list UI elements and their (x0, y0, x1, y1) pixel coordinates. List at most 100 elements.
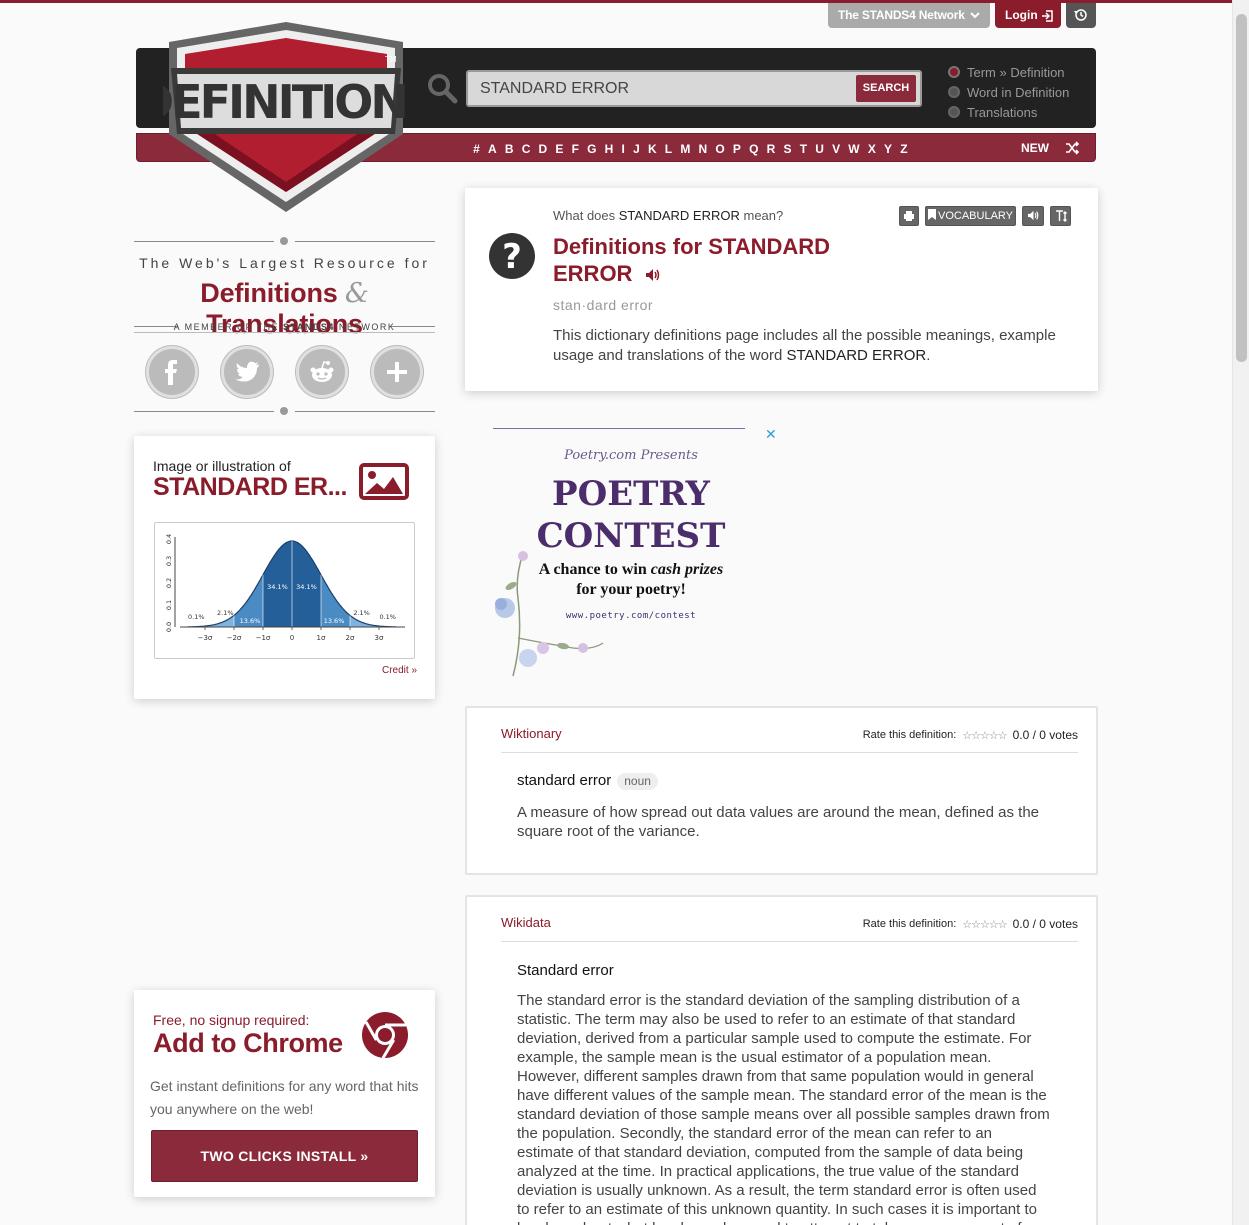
alphabet-letter-link[interactable]: X (868, 142, 876, 156)
alphabet-letter-link[interactable]: Q (749, 142, 758, 156)
chevron-down-icon (970, 12, 980, 19)
install-button[interactable]: TWO CLICKS INSTALL » (151, 1130, 418, 1182)
ad-headline: POETRY CONTEST (483, 473, 779, 557)
chrome-description: Get instant definitions for any word tha… (150, 1078, 419, 1117)
term-text: standard error (517, 772, 612, 789)
x-tick-label: −3σ (198, 634, 213, 642)
member-suffix: NETWORK (334, 322, 396, 332)
tagline-ampersand: & (344, 278, 369, 309)
question-prefix: What does (553, 208, 619, 223)
reddit-icon (310, 361, 334, 382)
search-mode-term[interactable]: Term » Definition (948, 62, 1069, 82)
search-mode-translations[interactable]: Translations (948, 102, 1069, 122)
alphabet-letter-link[interactable]: L (665, 142, 672, 156)
shuffle-icon[interactable] (1065, 141, 1079, 155)
ad-close-icon[interactable]: ✕ (765, 426, 777, 443)
login-button[interactable]: Login (995, 3, 1061, 28)
alphabet-letter-link[interactable]: F (572, 142, 579, 156)
twitter-icon (235, 361, 259, 382)
alphabet-letter-link[interactable]: N (699, 142, 708, 156)
alphabet-letter-link[interactable]: # (473, 142, 480, 156)
search-button[interactable]: SEARCH (856, 75, 916, 102)
rating-widget: Rate this definition: ☆☆☆☆☆ 0.0 / 0 vote… (863, 917, 1078, 931)
source-link[interactable]: Wikidata (501, 915, 551, 930)
y-tick-label: 0.4 (165, 534, 173, 544)
alphabet-letter-link[interactable]: O (715, 142, 724, 156)
alphabet-letter-link[interactable]: W (848, 142, 859, 156)
flower-illustration (495, 551, 604, 677)
more-share-button[interactable] (371, 346, 423, 398)
definition-section-wiktionary: Wiktionary Rate this definition: ☆☆☆☆☆ 0… (465, 706, 1098, 875)
illustration-image[interactable]: 0.0 0.1 0.2 0.3 0.4 −3σ −2σ −1σ 0 1σ 2σ 3σ 0.1% 2.1% 1… (154, 522, 415, 659)
page-description: This dictionary definitions page include… (553, 326, 1073, 366)
alphabet-letter-link[interactable]: G (587, 142, 596, 156)
search-mode-label: Word in Definition (967, 84, 1070, 100)
chrome-icon (362, 1012, 408, 1059)
poetry-contest-ad[interactable]: ✕ Poetry.com Presents POETRY CONTEST A ch… (483, 423, 779, 678)
new-link[interactable]: NEW (1021, 134, 1049, 163)
y-tick-label: 0.1 (165, 600, 173, 610)
y-tick-label: 0.0 (165, 622, 173, 632)
alphabet-letter-link[interactable]: Y (884, 142, 892, 156)
alphabet-letter-link[interactable]: C (522, 142, 531, 156)
search-mode-label: Term » Definition (967, 64, 1065, 80)
facebook-share-button[interactable] (146, 346, 198, 398)
alphabet-letter-link[interactable]: H (605, 142, 614, 156)
print-button[interactable] (899, 206, 919, 226)
alphabet-letter-link[interactable]: A (488, 142, 497, 156)
reddit-share-button[interactable] (296, 346, 348, 398)
sign-in-icon (1042, 10, 1053, 22)
question-circle-icon: ? (489, 233, 535, 279)
x-tick-label: 1σ (317, 634, 326, 642)
rating-stars-icon[interactable]: ☆☆☆☆☆ (962, 918, 1007, 931)
ad-ornament (493, 428, 745, 429)
percent-label: 2.1% (217, 609, 234, 617)
percent-label: 0.1% (188, 613, 205, 621)
search-input[interactable] (480, 78, 850, 100)
page-title-text: Definitions for STANDARD ERROR (553, 234, 831, 286)
question-term: STANDARD ERROR (618, 208, 740, 223)
alphabet-letter-link[interactable]: M (680, 142, 690, 156)
stands4-network-menu[interactable]: The STANDS4 Network (828, 3, 990, 28)
listen-button[interactable] (1022, 206, 1044, 226)
vocabulary-button[interactable]: VOCABULARY (925, 206, 1016, 226)
alphabet-letter-link[interactable]: K (648, 142, 657, 156)
rate-label: Rate this definition: (862, 918, 957, 930)
rate-label: Rate this definition: (862, 729, 957, 741)
rating-stars-icon[interactable]: ☆☆☆☆☆ (962, 729, 1007, 742)
radio-icon (948, 86, 960, 98)
scrollbar-thumb[interactable] (1236, 14, 1247, 362)
x-tick-label: −2σ (227, 634, 242, 642)
print-icon (904, 211, 914, 221)
alphabet-letter-link[interactable]: J (633, 142, 640, 156)
alphabet-letter-link[interactable]: R (767, 142, 776, 156)
alphabet-letter-link[interactable]: P (733, 142, 741, 156)
credit-link[interactable]: Credit » (382, 665, 417, 676)
source-link[interactable]: Wiktionary (501, 726, 562, 741)
alphabet-letter-link[interactable]: U (815, 142, 824, 156)
scrollbar[interactable] (1232, 0, 1249, 1225)
history-icon (1074, 9, 1087, 21)
alphabet-letter-link[interactable]: I (622, 142, 625, 156)
alphabet-letter-link[interactable]: B (505, 142, 514, 156)
history-button[interactable] (1066, 3, 1096, 28)
divider-dot (280, 237, 288, 245)
alphabet-letter-link[interactable]: Z (900, 142, 907, 156)
speaker-icon[interactable] (645, 268, 661, 282)
tagline-definitions: Definitions (200, 278, 345, 308)
definitions-logo[interactable]: DEFINITIONS TM (163, 22, 409, 214)
alphabet-letter-link[interactable]: S (784, 142, 792, 156)
alphabet-letter-link[interactable]: V (832, 142, 840, 156)
font-size-button[interactable] (1050, 206, 1071, 226)
divider (134, 241, 274, 242)
search-mode-word[interactable]: Word in Definition (948, 82, 1069, 102)
alphabet-letter-link[interactable]: E (555, 142, 563, 156)
radio-icon (948, 106, 960, 118)
add-to-chrome-card: Free, no signup required: Add to Chrome … (134, 990, 435, 1197)
alphabet-letter-link[interactable]: D (539, 142, 548, 156)
twitter-share-button[interactable] (221, 346, 273, 398)
divider (501, 941, 1078, 942)
logo-text: DEFINITIONS (163, 75, 409, 129)
alphabet-letter-link[interactable]: T (800, 142, 807, 156)
network-label: The STANDS4 Network (838, 8, 965, 22)
